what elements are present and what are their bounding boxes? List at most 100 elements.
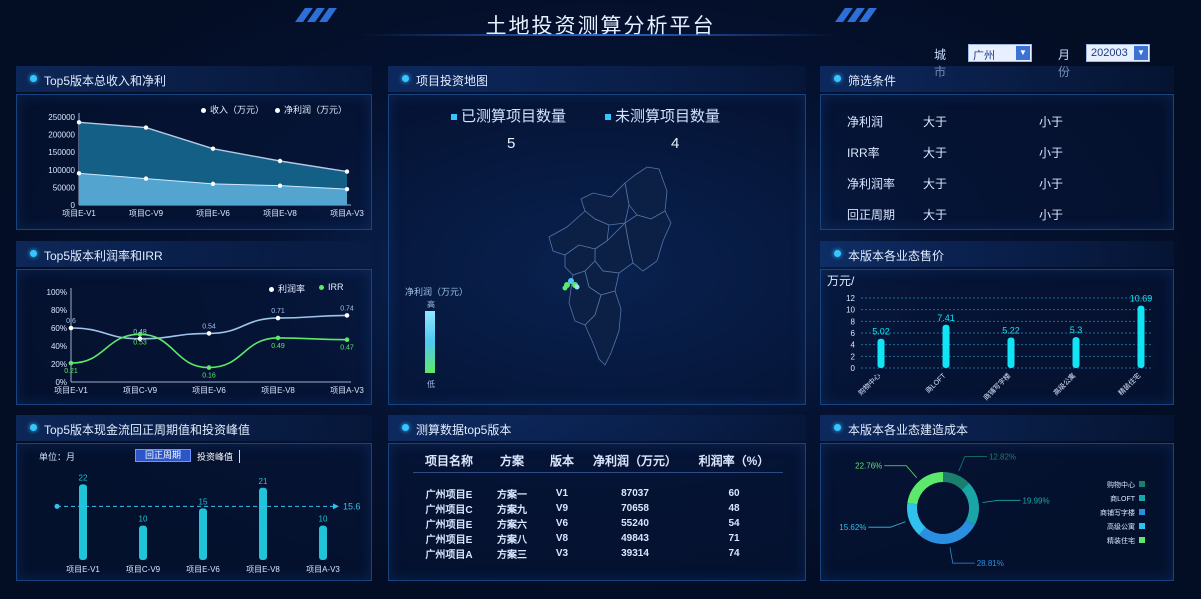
unit-label: 单位：月	[39, 452, 76, 462]
table-row[interactable]: 广州项目E 方案八 V8 49843 71	[413, 531, 783, 546]
price-chart: 0 2 4 6 8 10 12 5.02 购物中心 7.41 商LOFT 5.22 商铺写字楼 5.3 高级…	[846, 294, 1153, 403]
map-pin-icon[interactable]	[562, 285, 568, 291]
data-label: 0.53	[133, 339, 147, 346]
price-panel: 本版本各业态售价 万元/ 0 2 4 6 8 10 12 5.02 购物中心 7.41 商LOFT 5…	[820, 241, 1174, 405]
x-tick-label: 项目E-V8	[261, 386, 295, 395]
table-row[interactable]: 广州项目A 方案三 V3 39314 74	[413, 546, 783, 561]
panel-title: Top5版本利润率和IRR	[44, 249, 163, 263]
column-header[interactable]: 版本	[539, 450, 585, 472]
filter-lt-label[interactable]: 小于	[1039, 206, 1063, 223]
pie-slice	[918, 520, 975, 544]
map-panel: 项目投资地图 已测算项目数量 5 未测算项目数量 4 净利润（万元） 高 低	[388, 66, 806, 405]
legend-dot-icon	[269, 287, 274, 293]
profit-rate-chart: 0%20%40%60%80%100%项目E-V1 项目C-V9 项目E-V6 项目E-…	[47, 288, 364, 395]
y-tick-label: 0	[851, 364, 856, 373]
column-header[interactable]: 项目名称	[413, 450, 485, 472]
x-tick-label: 高级公寓	[1051, 371, 1077, 397]
table-cell: 广州项目E	[425, 520, 473, 531]
filter-gt-label[interactable]: 大于	[923, 206, 947, 223]
guangzhou-map[interactable]	[389, 95, 805, 404]
legend-swatch	[1139, 495, 1145, 501]
income-point	[143, 125, 149, 130]
table-cell: 方案九	[497, 505, 527, 516]
panel-header: 测算数据top5版本	[388, 415, 806, 441]
table-cell: 39314	[621, 548, 649, 559]
legend-label: 高级公寓	[1107, 522, 1135, 531]
chevron-down-icon[interactable]: ▼	[1134, 46, 1148, 60]
filter-lt-label[interactable]: 小于	[1039, 175, 1063, 192]
x-tick-label: 精装住宅	[1116, 371, 1142, 397]
panel-body: 12.82% 19.99% 28.81% 15.62% 22.76% 购物中心 商LOFT 商…	[820, 443, 1174, 581]
panel-title: Top5版本总收入和净利	[44, 74, 167, 88]
month-select[interactable]: 202003 ▼	[1086, 44, 1150, 62]
filter-name-label: IRR率	[847, 146, 880, 160]
filter-lt-label[interactable]: 小于	[1039, 113, 1063, 130]
table-cell: V6	[555, 518, 569, 529]
x-tick-label: 商铺写字楼	[981, 371, 1012, 402]
map-pin-icon[interactable]	[568, 278, 574, 284]
table-header-row: 项目名称 方案 版本 净利润（万元） 利润率（%）	[413, 450, 783, 472]
x-tick-label: 项目E-V6	[186, 565, 220, 574]
panel-body: 单位：月 回正周期 投资峰值 22 项目E-V1 10 项目C-V9 15 项目E-V6 2…	[16, 443, 372, 581]
table-row[interactable]: 广州项目E 方案六 V6 55240 54	[413, 516, 783, 531]
data-label: 5.22	[1002, 326, 1020, 336]
filter-gt-label[interactable]: 大于	[923, 175, 947, 192]
map-pin-icon[interactable]	[574, 284, 580, 290]
x-tick-label: 项目A-V3	[330, 386, 364, 395]
data-label: 22.76%	[855, 462, 882, 471]
y-tick-label: 6	[851, 329, 856, 338]
y-tick-label: 100%	[47, 288, 67, 297]
column-header[interactable]: 方案	[485, 450, 539, 472]
panel-body: 已测算项目数量 5 未测算项目数量 4 净利润（万元） 高 低	[388, 94, 806, 405]
pie-slice	[907, 502, 926, 535]
y-tick-label: 200000	[48, 131, 75, 140]
panel-body: 利润率 IRR 0% 20% 40% 60% 80% 100% 项目E-V1 项目C-V9 项目…	[16, 269, 372, 405]
series-point	[344, 313, 350, 318]
panel-title: 测算数据top5版本	[416, 423, 512, 437]
column-header[interactable]: 净利润（万元）	[585, 450, 685, 472]
chevron-down-icon[interactable]: ▼	[1016, 46, 1030, 60]
filter-gt-label[interactable]: 大于	[923, 144, 947, 161]
table-cell: 49843	[621, 533, 649, 544]
panel-body: 项目名称 方案 版本 净利润（万元） 利润率（%） 广州项目E 方案一 V1 8703…	[388, 443, 806, 581]
data-label: 21	[259, 477, 268, 486]
data-label: 15.62%	[839, 523, 866, 532]
column-header[interactable]: 利润率（%）	[685, 450, 783, 472]
table-row[interactable]: 广州项目E 方案一 V1 87037 60	[413, 486, 783, 501]
table-cell: V8	[555, 533, 569, 544]
bar	[139, 525, 147, 560]
cashflow-panel: Top5版本现金流回正周期值和投资峰值 单位：月 回正周期 投资峰值 22 项目E…	[16, 415, 372, 581]
y-tick-label: 250000	[48, 113, 75, 122]
legend-dot-icon	[275, 108, 280, 114]
legend-dot-icon	[201, 108, 206, 114]
table-cell: V3	[555, 548, 569, 559]
data-label: 10.69	[1130, 294, 1153, 304]
y-tick-label: 40%	[51, 342, 67, 351]
top5-table-panel: 测算数据top5版本 项目名称 方案 版本 净利润（万元） 利润率（%） 广州项…	[388, 415, 806, 581]
panel-header: Top5版本利润率和IRR	[16, 241, 372, 267]
legend-label: 商LOFT	[1110, 494, 1136, 503]
y-tick-label: 8	[851, 317, 856, 326]
legend-irr[interactable]: IRR	[319, 282, 344, 292]
table-row[interactable]: 广州项目C 方案九 V9 70658 48	[413, 501, 783, 516]
filter-gt-label[interactable]: 大于	[923, 113, 947, 130]
tab-payback-period[interactable]: 回正周期	[135, 449, 191, 462]
legend-income[interactable]: 收入（万元）	[201, 103, 264, 116]
city-select-value: 广州	[973, 50, 995, 62]
panel-header: Top5版本现金流回正周期值和投资峰值	[16, 415, 372, 441]
panel-header: Top5版本总收入和净利	[16, 66, 372, 92]
filter-lt-label[interactable]: 小于	[1039, 144, 1063, 161]
title-underline	[360, 34, 840, 36]
bar	[1007, 337, 1015, 368]
city-select[interactable]: 广州 ▼	[968, 44, 1032, 62]
cost-chart: 12.82% 19.99% 28.81% 15.62% 22.76% 购物中心商LOFT 商…	[839, 452, 1145, 568]
data-label: 0.54	[202, 323, 216, 330]
table-cell: 广州项目A	[425, 550, 473, 561]
legend-profit[interactable]: 净利润（万元）	[275, 103, 347, 116]
tab-investment-peak[interactable]: 投资峰值	[197, 450, 241, 463]
data-label: 7.41	[937, 313, 955, 323]
table-cell: 74	[728, 548, 740, 559]
legend-profit-rate[interactable]: 利润率	[269, 282, 305, 295]
table-cell: 方案三	[497, 550, 527, 561]
y-tick-label: 10	[846, 306, 855, 315]
